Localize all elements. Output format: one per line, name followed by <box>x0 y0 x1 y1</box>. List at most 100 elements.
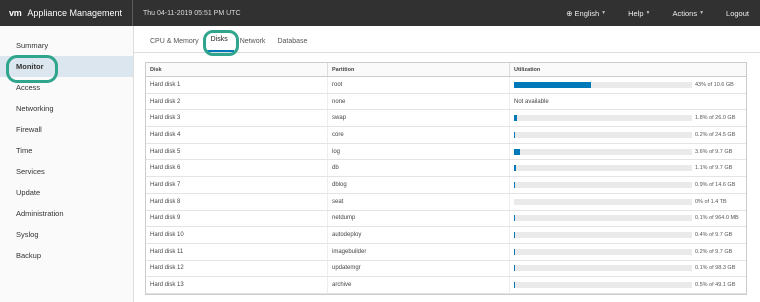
tab-database[interactable]: Database <box>271 38 313 52</box>
help-label: Help <box>628 8 644 18</box>
utilization-bar-fill <box>514 248 516 255</box>
utilization-cell: 43% of 10.6 GB <box>510 77 746 93</box>
partition-cell: db <box>328 160 510 177</box>
table-row: Hard disk 8 seat 0% of 1.4 TB <box>146 193 746 211</box>
utilization-bar-fill <box>514 181 516 188</box>
tab-disks[interactable]: Disks <box>202 30 239 56</box>
table-body: Hard disk 1 root 43% of 10.6 GB Hard disk 2… <box>146 77 746 294</box>
table-row: Hard disk 5 log 3.6% of 9.7 GB <box>146 143 746 161</box>
utilization-cell: 0.1% of 98.3 GB <box>510 261 746 277</box>
sidebar-item-networking[interactable]: Networking <box>0 98 133 119</box>
utilization-bar <box>514 181 692 188</box>
utilization-cell: 0.2% of 24.5 GB <box>510 127 746 143</box>
partition-cell: root <box>328 77 510 93</box>
utilization-bar <box>514 282 692 289</box>
sidebar-item-services[interactable]: Services <box>0 161 133 182</box>
actions-menu[interactable]: Actions ▼ <box>661 9 715 18</box>
table-row: Hard disk 6 db 1.1% of 9.7 GB <box>146 160 746 178</box>
utilization-bar-fill <box>514 81 591 88</box>
utilization-bar-fill <box>514 215 516 222</box>
column-header-partition[interactable]: Partition <box>328 63 510 76</box>
table-row: Hard disk 10 autodeploy 0.4% of 9.7 GB <box>146 227 746 244</box>
sidebar-nav: Summary Monitor Access Networking Firewa… <box>0 26 133 266</box>
table-row: Hard disk 11 imagebuilder 0.2% of 9.7 GB <box>146 243 746 261</box>
tab-cpu-memory[interactable]: CPU & Memory <box>144 38 205 52</box>
sidebar-item-update[interactable]: Update <box>0 182 133 203</box>
utilization-text: 1.8% of 26.0 GB <box>695 115 736 122</box>
utilization-bar <box>514 248 692 255</box>
utilization-bar-fill <box>514 165 516 172</box>
utilization-bar <box>514 165 692 172</box>
chevron-down-icon: ▼ <box>601 10 607 16</box>
sidebar-item-monitor[interactable]: Monitor <box>0 55 133 83</box>
utilization-text: 0.1% of 98.3 GB <box>695 265 736 272</box>
partition-cell: core <box>328 127 510 143</box>
utilization-text: 3.6% of 9.7 GB <box>695 148 733 155</box>
language-label: English <box>574 8 600 18</box>
disk-name-cell: Hard disk 3 <box>146 110 328 127</box>
app-title: Appliance Management <box>27 8 122 18</box>
utilization-cell: 1.1% of 9.7 GB <box>510 160 746 176</box>
utilization-bar-fill <box>514 131 516 138</box>
table-row: Hard disk 3 swap 1.8% of 26.0 GB <box>146 110 746 128</box>
utilization-bar <box>514 198 692 205</box>
globe-icon: ⊕ <box>566 8 573 18</box>
utilization-text: 43% of 10.6 GB <box>695 81 734 88</box>
utilization-bar <box>514 115 692 122</box>
column-header-utilization[interactable]: Utilization <box>510 63 746 76</box>
utilization-text: 1.1% of 9.7 GB <box>695 165 733 172</box>
chevron-down-icon: ▼ <box>699 10 705 16</box>
disks-table: Disk Partition Utilization Hard disk 1 ro… <box>145 62 747 295</box>
disk-name-cell: Hard disk 11 <box>146 243 328 260</box>
partition-cell: swap <box>328 110 510 127</box>
utilization-cell: 1.8% of 26.0 GB <box>510 110 746 126</box>
sidebar-item-syslog[interactable]: Syslog <box>0 224 133 245</box>
utilization-bar <box>514 148 692 155</box>
column-header-disk[interactable]: Disk <box>146 63 328 76</box>
utilization-bar <box>514 232 692 239</box>
sidebar-item-firewall[interactable]: Firewall <box>0 119 133 140</box>
disk-name-cell: Hard disk 5 <box>146 143 328 160</box>
disk-name-cell: Hard disk 1 <box>146 77 328 93</box>
help-menu[interactable]: Help ▼ <box>617 9 661 18</box>
utilization-cell: 0.5% of 49.1 GB <box>510 277 746 293</box>
language-menu[interactable]: ⊕ English ▼ <box>555 9 617 18</box>
utilization-text: 0.2% of 24.5 GB <box>695 131 736 138</box>
utilization-text: 0.5% of 49.1 GB <box>695 282 736 289</box>
partition-cell: none <box>328 93 510 110</box>
top-bar: vm Appliance Management Thu 04-11-2019 0… <box>0 0 760 26</box>
utilization-bar-fill <box>514 265 516 272</box>
table-row: Hard disk 12 updatemgr 0.1% of 98.3 GB <box>146 260 746 278</box>
utilization-cell: 0.4% of 9.7 GB <box>510 227 746 243</box>
table-header: Disk Partition Utilization <box>146 63 746 77</box>
table-row: Hard disk 1 root 43% of 10.6 GB <box>146 77 746 94</box>
utilization-cell: Not available <box>510 94 746 110</box>
table-row: Hard disk 13 archive 0.5% of 49.1 GB <box>146 277 746 294</box>
utilization-text: 0.2% of 9.7 GB <box>695 248 733 255</box>
tab-network[interactable]: Network <box>234 38 272 52</box>
vm-logo-text: vm <box>9 8 22 18</box>
partition-cell: updatemgr <box>328 260 510 277</box>
table-row: Hard disk 9 netdump 0.1% of 964.0 MB <box>146 210 746 228</box>
sidebar-item-time[interactable]: Time <box>0 140 133 161</box>
disk-name-cell: Hard disk 8 <box>146 193 328 210</box>
utilization-bar-fill <box>514 232 516 239</box>
sidebar-item-backup[interactable]: Backup <box>0 245 133 266</box>
disk-name-cell: Hard disk 4 <box>146 127 328 143</box>
utilization-bar-fill <box>514 282 516 289</box>
utilization-cell: 0.1% of 964.0 MB <box>510 211 746 227</box>
partition-cell: netdump <box>328 210 510 227</box>
disk-name-cell: Hard disk 2 <box>146 93 328 110</box>
sidebar-item-summary[interactable]: Summary <box>0 35 133 56</box>
partition-cell: log <box>328 143 510 160</box>
disk-name-cell: Hard disk 12 <box>146 260 328 277</box>
partition-cell: seat <box>328 193 510 210</box>
utilization-bar-fill <box>514 148 521 155</box>
table-row: Hard disk 2 none Not available <box>146 93 746 111</box>
disk-name-cell: Hard disk 13 <box>146 277 328 293</box>
tab-bar: CPU & Memory Disks Network Database <box>134 26 760 56</box>
disk-name-cell: Hard disk 6 <box>146 160 328 177</box>
partition-cell: archive <box>328 277 510 293</box>
sidebar-item-administration[interactable]: Administration <box>0 203 133 224</box>
logout-link[interactable]: Logout <box>715 9 760 18</box>
